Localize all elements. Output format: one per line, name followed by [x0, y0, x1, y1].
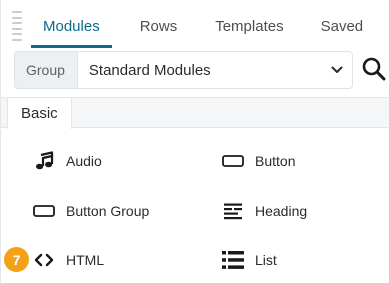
- button-group-icon: [33, 200, 55, 222]
- tab-templates[interactable]: Templates: [215, 0, 283, 48]
- tab-saved[interactable]: Saved: [321, 0, 364, 48]
- module-list[interactable]: List: [222, 243, 277, 277]
- tab-modules[interactable]: Modules: [31, 0, 112, 48]
- chevron-down-icon[interactable]: [322, 52, 352, 88]
- music-note-icon: [33, 150, 55, 172]
- heading-icon: [222, 200, 244, 222]
- module-html[interactable]: HTML: [33, 243, 104, 277]
- group-select-value[interactable]: Standard Modules: [78, 52, 322, 88]
- panel-tabs: Modules Rows Templates Saved: [31, 0, 369, 48]
- drag-handle[interactable]: [12, 11, 22, 41]
- module-label: HTML: [66, 252, 105, 268]
- list-icon: [222, 249, 244, 271]
- tab-rows[interactable]: Rows: [140, 0, 178, 48]
- module-label: List: [255, 252, 277, 268]
- module-panel: Modules Rows Templates Saved Group Stand…: [0, 0, 389, 283]
- module-label: Button: [255, 153, 296, 169]
- group-select[interactable]: Group Standard Modules: [14, 51, 353, 89]
- step-badge: 7: [4, 247, 29, 272]
- module-label: Button Group: [66, 203, 150, 219]
- search-icon[interactable]: [360, 55, 388, 83]
- button-icon: [222, 150, 244, 172]
- module-label: Heading: [255, 203, 308, 219]
- module-button[interactable]: Button: [222, 144, 295, 178]
- module-audio[interactable]: Audio: [33, 144, 102, 178]
- module-button-group[interactable]: Button Group: [33, 194, 149, 228]
- group-select-label: Group: [15, 52, 78, 88]
- category-tab-basic[interactable]: Basic: [7, 97, 72, 129]
- category-bar: Basic: [1, 97, 389, 129]
- module-label: Audio: [66, 153, 102, 169]
- module-heading[interactable]: Heading: [222, 194, 307, 228]
- code-icon: [33, 249, 55, 271]
